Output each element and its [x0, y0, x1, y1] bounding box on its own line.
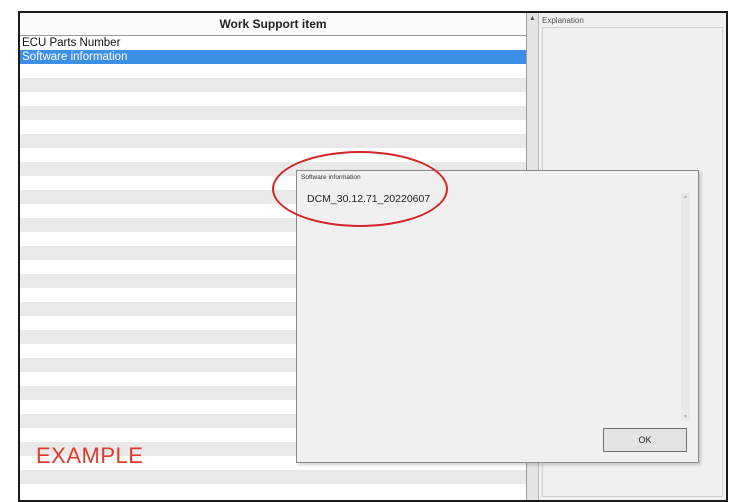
scroll-up-icon[interactable]: ▲: [681, 194, 690, 200]
explanation-label: Explanation: [542, 16, 584, 25]
empty-row: [20, 120, 526, 134]
example-watermark: EXAMPLE: [36, 443, 144, 468]
empty-row: [20, 134, 526, 148]
dialog-scrollbar[interactable]: ▲ ▼: [681, 193, 690, 421]
scroll-down-icon[interactable]: ▼: [681, 414, 690, 420]
list-item-ecu-parts-number[interactable]: ECU Parts Number: [20, 36, 526, 50]
work-support-header: Work Support item: [20, 13, 526, 36]
list-item-software-information[interactable]: Software information: [20, 50, 526, 64]
ok-button[interactable]: OK: [603, 428, 687, 452]
empty-row: [20, 106, 526, 120]
empty-row: [20, 78, 526, 92]
scroll-up-icon[interactable]: ▲: [527, 15, 538, 22]
empty-row: [20, 64, 526, 78]
empty-row: [20, 92, 526, 106]
empty-row: [20, 470, 526, 484]
empty-row: [20, 148, 526, 162]
annotation-circle: [272, 151, 448, 227]
